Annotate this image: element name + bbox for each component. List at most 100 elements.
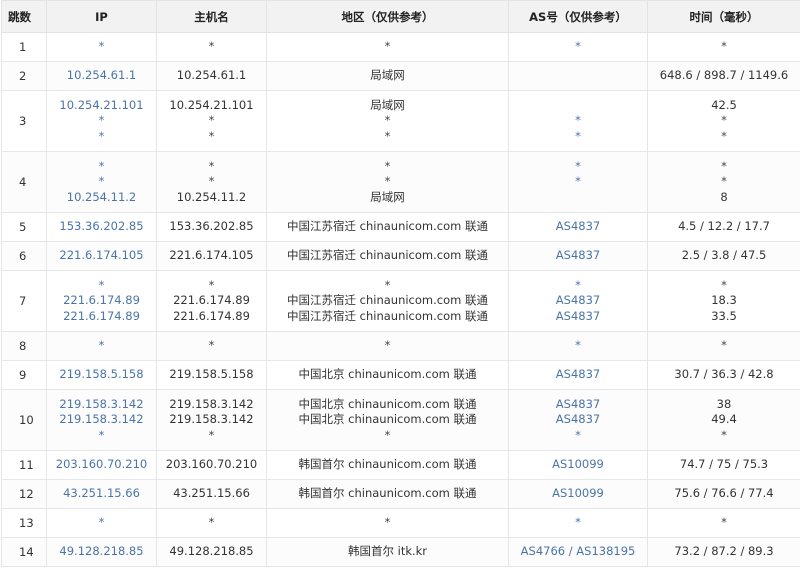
- cell-location-line: 韩国首尔 chinaunicom.com 联通: [298, 457, 477, 472]
- cell-ip-line[interactable]: 43.251.15.66: [47, 486, 156, 502]
- cell-hostname-line: 219.158.3.142: [169, 412, 254, 427]
- cell-location: * * 局域网: [266, 151, 509, 213]
- cell-location-line: 中国北京 chinaunicom.com 联通: [298, 396, 477, 411]
- cell-ip-line: *: [98, 39, 105, 54]
- cell-asn-line[interactable]: AS10099: [509, 457, 647, 473]
- cell-time: *: [647, 331, 800, 361]
- cell-hostname: 219.158.3.142 219.158.3.142 *: [156, 389, 267, 451]
- cell-time-line: *: [721, 113, 727, 128]
- cell-hop: 6: [1, 241, 47, 271]
- cell-hostname-line: *: [208, 338, 215, 353]
- cell-time-line: *: [721, 128, 727, 143]
- cell-ip-line[interactable]: 221.6.174.105: [47, 248, 156, 264]
- cell-asn: [508, 61, 648, 91]
- cell-hostname-line: *: [208, 174, 215, 189]
- cell-hostname: *: [156, 32, 267, 62]
- cell-location: 韩国首尔 itk.kr: [266, 537, 509, 567]
- table-body: 1 * * * * * 2 10.254.61.1 10.254.61.1 局域网 648.6 / …: [1, 32, 800, 567]
- cell-hostname-line: *: [208, 158, 215, 173]
- cell-hostname-line: *: [208, 427, 215, 442]
- cell-asn-line[interactable]: AS4837: [509, 219, 647, 235]
- cell-asn-line[interactable]: AS4837: [509, 248, 647, 264]
- cell-location: 局域网: [266, 61, 509, 91]
- cell-hostname: 43.251.15.66: [156, 479, 267, 509]
- cell-location-line: 中国江苏宿迁 chinaunicom.com 联通: [286, 308, 488, 323]
- cell-ip-line[interactable]: 153.36.202.85: [47, 219, 156, 235]
- cell-asn-line[interactable]: AS4837: [509, 397, 647, 413]
- cell-location-line: 中国江苏宿迁 chinaunicom.com 联通: [286, 248, 488, 263]
- cell-location-line: 韩国首尔 itk.kr: [347, 544, 428, 559]
- cell-hostname-line: 219.158.3.142: [169, 396, 254, 411]
- cell-ip-line[interactable]: 219.158.5.158: [47, 367, 156, 383]
- cell-hostname-line: 49.128.218.85: [169, 544, 254, 559]
- cell-location-line: *: [384, 39, 391, 54]
- cell-location: 中国北京 chinaunicom.com 联通 中国北京 chinaunicom.…: [266, 389, 509, 451]
- cell-hop: 11: [1, 450, 47, 480]
- header-ip: IP: [46, 0, 157, 33]
- table-header: 跳数 IP 主机名 地区（仅供参考） AS号（仅供参考） 时间（毫秒）: [1, 0, 800, 33]
- cell-asn-line[interactable]: AS4837: [509, 309, 647, 325]
- cell-hostname: 153.36.202.85: [156, 212, 267, 242]
- cell-ip-line[interactable]: 203.160.70.210: [47, 457, 156, 473]
- table-row: 10 219.158.3.142 219.158.3.142 * 219.158.3.1…: [1, 389, 800, 451]
- cell-ip: 43.251.15.66: [46, 479, 157, 509]
- cell-asn-line[interactable]: AS4837: [509, 293, 647, 309]
- cell-ip-line[interactable]: 10.254.61.1: [47, 68, 156, 84]
- cell-time-line: 33.5: [711, 308, 737, 323]
- cell-location-line: 局域网: [370, 189, 405, 204]
- table-row: 2 10.254.61.1 10.254.61.1 局域网 648.6 / 898.7 …: [1, 61, 800, 91]
- cell-location-line: 中国北京 chinaunicom.com 联通: [298, 367, 477, 382]
- cell-hop: 7: [1, 270, 47, 332]
- cell-hostname: * * 10.254.11.2: [156, 151, 267, 213]
- cell-asn-line[interactable]: AS4837: [509, 367, 647, 383]
- header-hostname: 主机名: [156, 0, 267, 33]
- cell-time: 2.5 / 3.8 / 47.5: [647, 241, 800, 271]
- cell-ip-line: *: [98, 427, 105, 442]
- cell-ip: 10.254.61.1: [46, 61, 157, 91]
- cell-hostname-line: *: [208, 277, 215, 292]
- cell-hop: 3: [1, 90, 47, 152]
- cell-asn-line[interactable]: AS4837: [509, 412, 647, 428]
- cell-location-line: 韩国首尔 chinaunicom.com 联通: [298, 486, 477, 501]
- cell-location: 中国北京 chinaunicom.com 联通: [266, 360, 509, 390]
- cell-ip: 221.6.174.105: [46, 241, 157, 271]
- cell-ip: 49.128.218.85: [46, 537, 157, 567]
- cell-location-line: *: [384, 174, 391, 189]
- cell-ip-line[interactable]: 10.254.21.101: [47, 98, 156, 114]
- cell-ip-line[interactable]: 221.6.174.89: [47, 309, 156, 325]
- cell-hostname: * 221.6.174.89 221.6.174.89: [156, 270, 267, 332]
- table-row: 7 * 221.6.174.89 221.6.174.89 * 221.6.174.89 2…: [1, 270, 800, 332]
- cell-ip-line[interactable]: 221.6.174.89: [47, 293, 156, 309]
- cell-ip-line[interactable]: 49.128.218.85: [47, 544, 156, 560]
- cell-asn: *: [508, 508, 648, 538]
- cell-asn: *: [508, 32, 648, 62]
- cell-location: *: [266, 508, 509, 538]
- header-time: 时间（毫秒）: [647, 0, 800, 33]
- cell-ip-line[interactable]: 219.158.3.142: [47, 412, 156, 428]
- cell-hop: 10: [1, 389, 47, 451]
- cell-location-line: 中国江苏宿迁 chinaunicom.com 联通: [286, 293, 488, 308]
- traceroute-table: 跳数 IP 主机名 地区（仅供参考） AS号（仅供参考） 时间（毫秒） 1 * * *…: [1, 0, 800, 567]
- cell-ip-line[interactable]: 219.158.3.142: [47, 397, 156, 413]
- cell-location-line: *: [384, 515, 391, 530]
- cell-hop: 12: [1, 479, 47, 509]
- cell-location-line: *: [384, 277, 391, 292]
- cell-time: 38 49.4 *: [647, 389, 800, 451]
- cell-asn-line: *: [575, 338, 581, 353]
- cell-time: * 18.3 33.5: [647, 270, 800, 332]
- cell-hop: 2: [1, 61, 47, 91]
- cell-asn-line: *: [575, 39, 581, 54]
- cell-asn-line: *: [575, 113, 581, 128]
- cell-asn: AS4766 / AS138195: [508, 537, 648, 567]
- cell-asn: * *: [508, 90, 648, 152]
- cell-ip-line[interactable]: 10.254.11.2: [47, 190, 156, 206]
- header-location: 地区（仅供参考）: [266, 0, 509, 33]
- cell-hostname: 219.158.5.158: [156, 360, 267, 390]
- cell-hostname-line: 10.254.21.101: [169, 97, 254, 112]
- header-hop: 跳数: [1, 0, 47, 33]
- cell-asn-line: *: [575, 174, 581, 189]
- cell-asn-line[interactable]: AS4766 / AS138195: [509, 544, 647, 560]
- cell-asn-line[interactable]: AS10099: [509, 486, 647, 502]
- cell-hostname-line: 221.6.174.89: [173, 308, 250, 323]
- cell-hostname-line: 221.6.174.89: [173, 293, 250, 308]
